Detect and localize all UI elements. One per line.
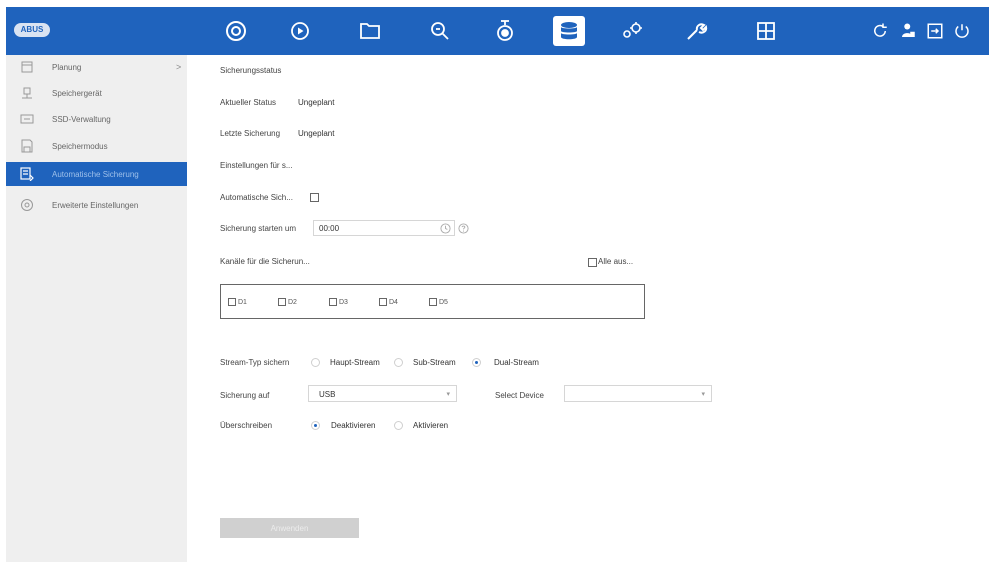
auto-backup-checkbox[interactable] <box>310 193 319 202</box>
sidebar-item-speichermodus[interactable]: Speichermodus <box>6 134 187 158</box>
select-device-select[interactable]: ▾ <box>564 385 712 402</box>
stream-sub-radio[interactable] <box>394 358 403 367</box>
stream-type-label: Stream-Typ sichern <box>220 358 290 367</box>
playback-icon[interactable] <box>284 15 316 47</box>
channel-checkbox[interactable] <box>329 298 337 306</box>
storage-device-icon <box>20 86 34 100</box>
select-all-checkbox[interactable] <box>588 258 597 267</box>
backup-to-select[interactable]: USB ▾ <box>308 385 457 402</box>
tools-wrench-icon[interactable] <box>680 15 712 47</box>
calendar-icon <box>20 60 34 74</box>
channel-label: D2 <box>288 298 297 306</box>
overwrite-disable-label: Deaktivieren <box>331 421 376 430</box>
overwrite-label: Überschreiben <box>220 421 273 430</box>
channel-label: D3 <box>339 298 348 306</box>
live-view-icon[interactable] <box>220 15 252 47</box>
overwrite-enable-label: Aktivieren <box>413 421 449 430</box>
backup-to-value: USB <box>319 390 336 399</box>
sidebar-item-label: Erweiterte Einstellungen <box>52 200 139 210</box>
last-backup-label: Letzte Sicherung <box>220 129 281 138</box>
stream-dual-label: Dual-Stream <box>494 358 539 367</box>
start-time-input[interactable]: 00:00 <box>313 220 455 236</box>
current-status-label: Aktueller Status <box>220 98 277 107</box>
network-settings-icon[interactable] <box>616 15 648 47</box>
help-icon[interactable] <box>458 223 469 234</box>
sidebar-item-label: Planung <box>52 62 82 72</box>
stream-sub-label: Sub-Stream <box>413 358 456 367</box>
backup-icon <box>20 167 34 181</box>
channels-label: Kanäle für die Sicherun... <box>220 257 310 266</box>
refresh-icon[interactable] <box>869 20 891 42</box>
select-device-label: Select Device <box>495 391 544 400</box>
channel-d5[interactable]: D5 <box>429 298 448 306</box>
channel-label: D4 <box>389 298 398 306</box>
grid-layout-icon[interactable] <box>750 15 782 47</box>
channel-d2[interactable]: D2 <box>278 298 297 306</box>
clock-icon[interactable] <box>440 223 451 234</box>
chevron-down-icon: ▾ <box>701 391 705 398</box>
stream-main-radio[interactable] <box>311 358 320 367</box>
sidebar-item-label: Speichermodus <box>52 141 108 151</box>
current-status-value: Ungeplant <box>298 98 335 107</box>
sidebar-item-erweiterte-einstellungen[interactable]: Erweiterte Einstellungen <box>6 193 187 217</box>
channel-d4[interactable]: D4 <box>379 298 398 306</box>
last-backup-value: Ungeplant <box>298 129 335 138</box>
sidebar-item-label: SSD-Verwaltung <box>52 114 111 124</box>
power-icon[interactable] <box>951 20 973 42</box>
channel-checkbox[interactable] <box>278 298 286 306</box>
sidebar-item-label: Speichergerät <box>52 88 102 98</box>
channel-d3[interactable]: D3 <box>329 298 348 306</box>
channel-d1[interactable]: D1 <box>228 298 247 306</box>
apply-button[interactable]: Anwenden <box>220 518 359 538</box>
channel-checkbox[interactable] <box>379 298 387 306</box>
logout-icon[interactable] <box>924 20 946 42</box>
stream-dual-radio[interactable] <box>472 358 481 367</box>
sidebar-item-ssd-verwaltung[interactable]: SSD-Verwaltung <box>6 107 187 131</box>
overwrite-enable-radio[interactable] <box>394 421 403 430</box>
search-icon[interactable] <box>424 15 456 47</box>
camera-icon[interactable] <box>489 15 521 47</box>
sidebar-item-label: Automatische Sicherung <box>52 169 139 179</box>
user-account-icon[interactable] <box>897 20 919 42</box>
storage-mode-icon <box>20 139 34 153</box>
start-time-label: Sicherung starten um <box>220 224 297 233</box>
ssd-icon <box>20 112 34 126</box>
chevron-down-icon: ▾ <box>446 391 450 398</box>
sidebar-item-planung[interactable]: Planung > <box>6 55 187 79</box>
storage-database-icon[interactable] <box>553 16 585 46</box>
abus-logo: ABUS <box>14 23 50 37</box>
channel-label: D1 <box>238 298 247 306</box>
channel-selection-box: D1 D2 D3 D4 D5 <box>220 284 645 319</box>
advanced-settings-icon <box>20 198 34 212</box>
sidebar: Planung > Speichergerät SSD-Verwaltung S… <box>6 55 187 562</box>
auto-backup-label: Automatische Sich... <box>220 193 293 202</box>
channel-checkbox[interactable] <box>228 298 236 306</box>
channel-label: D5 <box>439 298 448 306</box>
select-all-label: Alle aus... <box>598 257 634 266</box>
sidebar-item-speichergeraet[interactable]: Speichergerät <box>6 81 187 105</box>
main-content: Sicherungsstatus Aktueller Status Ungepl… <box>187 55 989 562</box>
chevron-right-icon: > <box>176 62 182 72</box>
top-navigation-bar: ABUS <box>6 7 989 55</box>
settings-title: Einstellungen für s... <box>220 161 293 170</box>
backup-to-label: Sicherung auf <box>220 391 270 400</box>
channel-checkbox[interactable] <box>429 298 437 306</box>
stream-main-label: Haupt-Stream <box>330 358 380 367</box>
section-title-backup-status: Sicherungsstatus <box>220 66 282 75</box>
overwrite-disable-radio[interactable] <box>311 421 320 430</box>
file-folder-icon[interactable] <box>354 15 386 47</box>
sidebar-item-automatische-sicherung[interactable]: Automatische Sicherung <box>6 162 187 186</box>
